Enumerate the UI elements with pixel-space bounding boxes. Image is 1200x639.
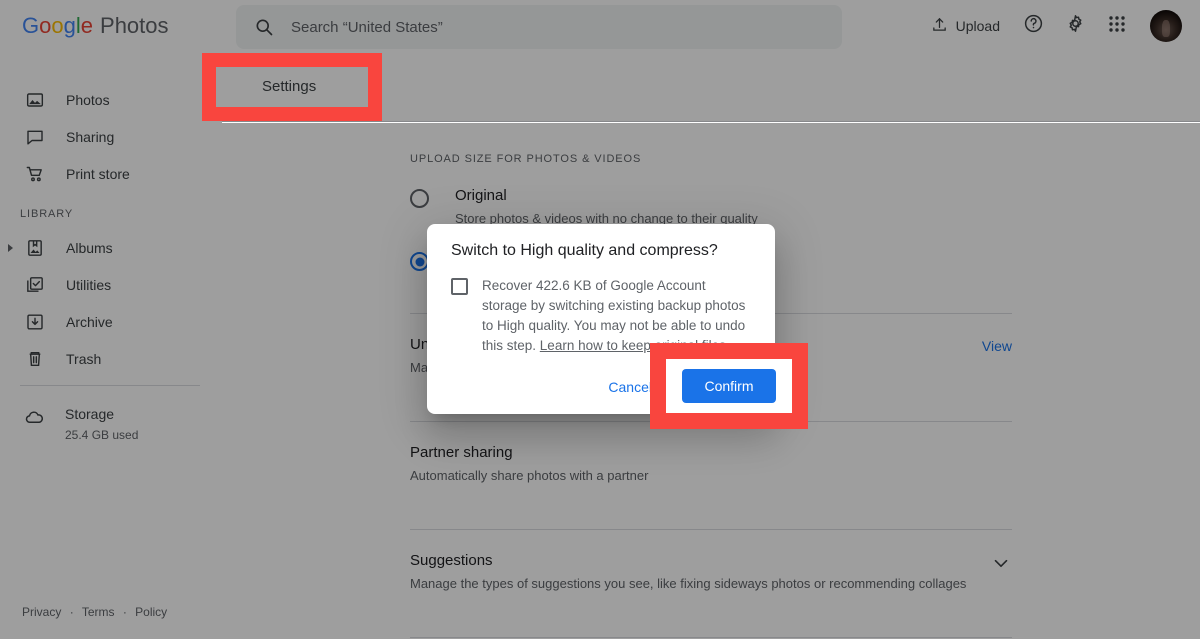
sidebar-item-label: Sharing — [66, 129, 115, 145]
sidebar-item-albums[interactable]: Albums — [0, 230, 222, 266]
setting-row-suggestions[interactable]: Suggestions Manage the types of suggesti… — [410, 530, 1012, 615]
tab-bar: Settings — [222, 52, 1200, 122]
setting-description: Automatically share photos with a partne… — [410, 468, 649, 483]
policy-link[interactable]: Policy — [135, 605, 167, 619]
album-icon — [24, 237, 46, 259]
dialog-actions: Cancel Confirm — [596, 370, 763, 404]
tab-settings[interactable]: Settings — [262, 78, 316, 95]
dialog-title: Switch to High quality and compress? — [451, 242, 718, 259]
recover-storage-checkbox[interactable] — [451, 278, 468, 295]
radio-original[interactable] — [410, 189, 429, 208]
sidebar-divider — [20, 385, 200, 386]
sidebar-item-label: Print store — [66, 166, 130, 182]
sidebar-item-label: Albums — [66, 240, 113, 256]
confirm-button[interactable]: Confirm — [669, 370, 763, 404]
apps-grid-button[interactable] — [1098, 7, 1136, 45]
search-icon — [254, 17, 274, 37]
avatar[interactable] — [1150, 10, 1182, 42]
help-button[interactable] — [1014, 7, 1052, 45]
upload-button[interactable]: Upload — [921, 10, 1010, 42]
settings-gear-button[interactable] — [1056, 7, 1094, 45]
product-name: Photos — [100, 13, 169, 38]
setting-title: Partner sharing — [410, 444, 513, 461]
section-heading-upload-size: UPLOAD SIZE FOR PHOTOS & VIDEOS — [410, 153, 642, 165]
sidebar-item-label: Photos — [66, 92, 110, 108]
sidebar-item-utilities[interactable]: Utilities — [0, 267, 222, 303]
sidebar-item-label: Trash — [66, 351, 102, 367]
trash-icon — [24, 348, 46, 370]
help-circle-icon — [1023, 13, 1044, 39]
sidebar-item-trash[interactable]: Trash — [0, 341, 222, 377]
utilities-checkbox-icon — [24, 274, 46, 296]
sidebar-item-label: Utilities — [66, 277, 112, 293]
view-link[interactable]: View — [982, 336, 1012, 354]
setting-description: Manage the types of suggestions you see,… — [410, 576, 967, 591]
upload-label: Upload — [955, 18, 1000, 34]
footer-separator: · — [69, 605, 74, 619]
upload-icon — [931, 16, 948, 36]
search-input[interactable]: Search “United States” — [291, 19, 443, 36]
sidebar-item-photos[interactable]: Photos — [0, 82, 222, 118]
search-bar[interactable]: Search “United States” — [236, 5, 842, 49]
shopping-cart-icon — [24, 163, 46, 185]
footer-separator: · — [122, 605, 127, 619]
archive-icon — [24, 311, 46, 333]
setting-title: Suggestions — [410, 552, 493, 569]
sidebar-item-print-store[interactable]: Print store — [0, 156, 222, 192]
sidebar-item-archive[interactable]: Archive — [0, 304, 222, 340]
chat-bubble-icon — [24, 126, 46, 148]
apps-grid-icon — [1107, 14, 1127, 39]
option-title: Original — [455, 187, 507, 204]
confirm-compress-dialog: Switch to High quality and compress? Rec… — [427, 224, 775, 414]
expand-triangle-icon[interactable] — [8, 244, 13, 252]
sidebar-item-label: Archive — [66, 314, 113, 330]
learn-how-link[interactable]: Learn how to keep original files — [540, 336, 726, 356]
sidebar-item-sharing[interactable]: Sharing — [0, 119, 222, 155]
terms-link[interactable]: Terms — [82, 605, 115, 619]
cancel-button[interactable]: Cancel — [596, 370, 664, 404]
photo-icon — [24, 89, 46, 111]
app-window: Google Photos Search “United States” Upl… — [0, 0, 1200, 639]
storage-used-value: 25.4 GB used — [65, 428, 139, 442]
top-bar-actions: Upload — [921, 0, 1186, 52]
setting-row-partner-sharing[interactable]: Partner sharing Automatically share phot… — [410, 422, 1012, 507]
cloud-icon — [24, 407, 45, 433]
top-bar: Google Photos Search “United States” Upl… — [0, 0, 1200, 52]
privacy-link[interactable]: Privacy — [22, 605, 61, 619]
dialog-body-text: Recover 422.6 KB of Google Account stora… — [482, 276, 751, 356]
brand-logo[interactable]: Google Photos — [22, 13, 169, 39]
sidebar-section-label: LIBRARY — [20, 208, 74, 220]
gear-icon — [1065, 13, 1086, 39]
sidebar: Photos Sharing Print store LIBRARY Album… — [0, 52, 222, 639]
google-wordmark: Google — [22, 13, 94, 38]
storage-label: Storage — [65, 406, 115, 422]
chevron-down-icon[interactable] — [990, 552, 1012, 574]
dialog-body: Recover 422.6 KB of Google Account stora… — [427, 260, 775, 356]
upload-option-original[interactable]: Original Store photos & videos with no c… — [410, 187, 1012, 228]
sidebar-footer-links: Privacy · Terms · Policy — [22, 605, 167, 619]
sidebar-item-storage[interactable]: Storage 25.4 GB used — [0, 406, 222, 442]
